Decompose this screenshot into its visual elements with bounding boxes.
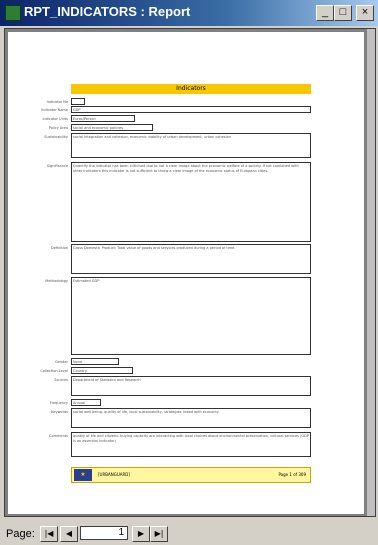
field-value-sustainability: social integration and cohesion, economi… <box>71 133 311 158</box>
field-label-sustainability: Sustainability <box>44 135 68 139</box>
field-value-methodology: Estimated GDP <box>71 277 311 355</box>
report-header: Indicators <box>71 84 311 94</box>
minimize-button[interactable]: _ <box>316 5 334 21</box>
field-label-indicator-name: Indicator Name <box>41 108 68 112</box>
field-value-indicator-units: Euros/Person <box>71 115 135 122</box>
field-label-definition: Definition <box>51 246 68 250</box>
field-value-frequency: Annual <box>71 399 101 406</box>
report-icon <box>5 5 21 21</box>
report-viewer[interactable]: Indicators Indicator No Indicator Name G… <box>4 28 376 517</box>
field-label-comments: Comments <box>49 434 68 438</box>
field-label-indicator-no: Indicator No <box>46 100 68 104</box>
field-value-gender: None <box>71 358 119 365</box>
field-value-collection-level: Country <box>71 367 133 374</box>
maximize-button[interactable]: □ <box>334 5 352 21</box>
field-label-sources: Sources <box>54 378 68 382</box>
field-value-significance: Quantify the indicator has been criticis… <box>71 162 311 242</box>
last-page-button[interactable]: ▶| <box>150 526 168 542</box>
field-value-definition: Gross Domestic Product: Total value of g… <box>71 244 311 274</box>
title-bar: RPT_INDICATORS : Report _ □ × <box>0 0 378 26</box>
close-button[interactable]: × <box>356 5 374 21</box>
next-page-button[interactable]: ▶ <box>132 526 150 542</box>
field-label-keywords: Keywords <box>51 410 68 414</box>
page-number-input[interactable]: 1 <box>80 526 128 540</box>
field-label-significance: Significance <box>46 164 68 168</box>
first-page-button[interactable]: |◀ <box>40 526 58 542</box>
field-label-gender: Gender <box>55 360 68 364</box>
field-value-comments: quality of life and citizens: buying cap… <box>71 432 311 457</box>
vertical-scrollbar[interactable] <box>367 29 375 516</box>
field-label-methodology: Methodology <box>45 279 68 283</box>
field-value-policy-area: social and economic policies <box>71 124 153 131</box>
field-label-collection-level: Collection Level <box>40 369 68 373</box>
footer-code: [URBANGUARD] <box>98 472 130 477</box>
field-label-indicator-units: Indicator Units <box>42 117 68 121</box>
footer-page-number: Page 1 of 309 <box>278 472 306 477</box>
report-footer: ★ [URBANGUARD] Page 1 of 309 <box>71 467 311 483</box>
report-page: Indicators Indicator No Indicator Name G… <box>8 32 364 514</box>
field-value-keywords: social well being, quality of life, loca… <box>71 408 311 428</box>
field-value-sources: Department of Statistics and Research <box>71 376 311 396</box>
page-label: Page: <box>6 528 35 540</box>
eu-logo-icon: ★ <box>74 469 92 481</box>
window-title: RPT_INDICATORS : Report <box>24 4 191 19</box>
field-label-policy-area: Policy Area <box>48 126 68 130</box>
field-value-indicator-name: GDP <box>71 106 311 113</box>
navigation-bar: Page: |◀ ◀ 1 ▶ ▶| <box>0 520 378 545</box>
field-label-frequency: Frequency <box>49 401 68 405</box>
prev-page-button[interactable]: ◀ <box>60 526 78 542</box>
field-value-indicator-no <box>71 98 85 105</box>
